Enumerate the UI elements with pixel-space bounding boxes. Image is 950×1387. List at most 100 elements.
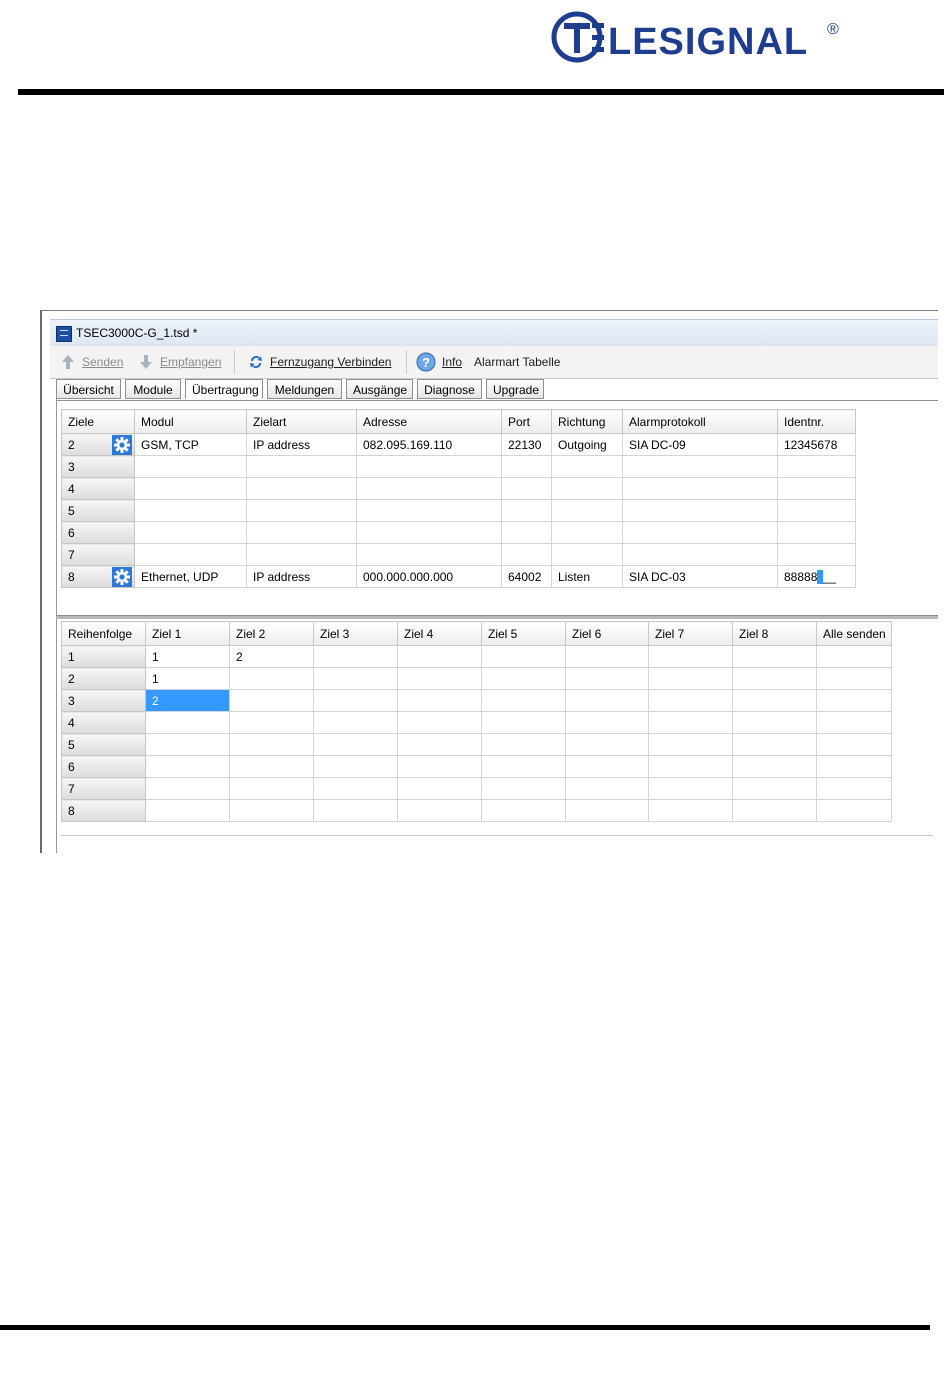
cell-ziel-9[interactable]: [816, 689, 892, 712]
table-row[interactable]: 112: [61, 645, 892, 668]
cell-ziel-2[interactable]: [229, 799, 314, 822]
tab-ausgaenge[interactable]: Ausgänge: [346, 379, 413, 399]
cell-identnr[interactable]: [777, 543, 856, 566]
cell-modul[interactable]: [134, 499, 247, 522]
cell-identnr[interactable]: 12345678: [777, 433, 856, 456]
cell-richtung[interactable]: [551, 521, 623, 544]
cell-ziel-3[interactable]: [313, 799, 398, 822]
tab-diagnose[interactable]: Diagnose: [417, 379, 482, 399]
cell-ziel-3[interactable]: [313, 777, 398, 800]
row-header[interactable]: 6: [61, 521, 135, 544]
cell-modul[interactable]: [134, 543, 247, 566]
cell-adresse[interactable]: [356, 521, 502, 544]
column-header-alle-senden[interactable]: Alle senden: [816, 621, 892, 646]
cell-ziel-4[interactable]: [397, 645, 482, 668]
fernzugang-button[interactable]: Fernzugang Verbinden: [248, 352, 391, 372]
cell-zielart[interactable]: [246, 521, 357, 544]
column-header-richtung[interactable]: Richtung: [551, 409, 623, 434]
tab-meldungen[interactable]: Meldungen: [267, 379, 342, 399]
column-header-modul[interactable]: Modul: [134, 409, 247, 434]
cell-alarmprotokoll[interactable]: [622, 477, 778, 500]
cell-ziel-3[interactable]: [313, 645, 398, 668]
tab-uebersicht[interactable]: Übersicht: [56, 379, 121, 399]
cell-ziel-6[interactable]: [565, 689, 649, 712]
tab-module[interactable]: Module: [125, 379, 181, 399]
cell-port[interactable]: 64002: [501, 565, 552, 588]
table-row[interactable]: 3: [61, 455, 856, 478]
senden-button[interactable]: Senden: [60, 352, 123, 372]
cell-ziel-3[interactable]: [313, 733, 398, 756]
empfangen-button[interactable]: Empfangen: [138, 352, 221, 372]
cell-identnr[interactable]: [777, 455, 856, 478]
cell-ziel-5[interactable]: [481, 689, 566, 712]
cell-ziel-7[interactable]: [648, 799, 733, 822]
cell-richtung[interactable]: [551, 477, 623, 500]
cell-ziel-1[interactable]: [145, 755, 230, 778]
cell-ziel-8[interactable]: [732, 667, 817, 690]
cell-alarmprotokoll[interactable]: SIA DC-03: [622, 565, 778, 588]
cell-ziel-6[interactable]: [565, 777, 649, 800]
cell-ziel-9[interactable]: [816, 667, 892, 690]
table-row[interactable]: 8 Ethernet, UDP IP address 000.000.000.0…: [61, 565, 856, 588]
cell-ziel-3[interactable]: [313, 711, 398, 734]
column-header-ziel-8[interactable]: Ziel 8: [732, 621, 817, 646]
row-header[interactable]: 8: [61, 799, 146, 822]
grid-splitter[interactable]: [56, 615, 938, 619]
cell-richtung[interactable]: [551, 543, 623, 566]
cell-identnr[interactable]: [777, 499, 856, 522]
column-header-alarmprotokoll[interactable]: Alarmprotokoll: [622, 409, 778, 434]
column-header-ziele[interactable]: Ziele: [61, 409, 135, 434]
cell-ziel-3[interactable]: [313, 667, 398, 690]
cell-ziel-7[interactable]: [648, 667, 733, 690]
cell-ziel-5[interactable]: [481, 799, 566, 822]
cell-port[interactable]: [501, 521, 552, 544]
table-row[interactable]: 7: [61, 777, 892, 800]
cell-ziel-1[interactable]: [145, 799, 230, 822]
cell-identnr[interactable]: [777, 521, 856, 544]
cell-ziel-5[interactable]: [481, 733, 566, 756]
cell-ziel-6[interactable]: [565, 645, 649, 668]
cell-richtung[interactable]: Listen: [551, 565, 623, 588]
cell-ziel-8[interactable]: [732, 689, 817, 712]
cell-adresse[interactable]: [356, 455, 502, 478]
cell-ziel-2[interactable]: [229, 733, 314, 756]
cell-ziel-8[interactable]: [732, 711, 817, 734]
cell-port[interactable]: 22130: [501, 433, 552, 456]
cell-ziel-2[interactable]: [229, 777, 314, 800]
cell-ziel-1[interactable]: 2: [145, 689, 230, 712]
column-header-identnr[interactable]: Identnr.: [777, 409, 856, 434]
cell-ziel-9[interactable]: [816, 711, 892, 734]
cell-ziel-2[interactable]: 2: [229, 645, 314, 668]
info-button[interactable]: ? Info: [416, 352, 462, 372]
table-row[interactable]: 21: [61, 667, 892, 690]
cell-ziel-8[interactable]: [732, 777, 817, 800]
table-row[interactable]: 4: [61, 477, 856, 500]
row-header[interactable]: 7: [61, 543, 135, 566]
cell-alarmprotokoll[interactable]: [622, 499, 778, 522]
cell-richtung[interactable]: [551, 499, 623, 522]
cell-ziel-8[interactable]: [732, 733, 817, 756]
cell-ziel-6[interactable]: [565, 755, 649, 778]
cell-ziel-5[interactable]: [481, 755, 566, 778]
row-header[interactable]: 6: [61, 755, 146, 778]
table-row[interactable]: 6: [61, 755, 892, 778]
column-header-ziel-1[interactable]: Ziel 1: [145, 621, 230, 646]
table-row[interactable]: 6: [61, 521, 856, 544]
cell-ziel-7[interactable]: [648, 645, 733, 668]
table-row[interactable]: 5: [61, 499, 856, 522]
cell-alarmprotokoll[interactable]: [622, 543, 778, 566]
cell-zielart[interactable]: IP address: [246, 433, 357, 456]
cell-ziel-4[interactable]: [397, 799, 482, 822]
row-header[interactable]: 5: [61, 499, 135, 522]
cell-ziel-4[interactable]: [397, 667, 482, 690]
cell-ziel-4[interactable]: [397, 711, 482, 734]
gear-icon[interactable]: [112, 435, 132, 455]
cell-ziel-7[interactable]: [648, 733, 733, 756]
row-header[interactable]: 3: [61, 689, 146, 712]
cell-port[interactable]: [501, 477, 552, 500]
cell-adresse[interactable]: [356, 499, 502, 522]
cell-ziel-9[interactable]: [816, 733, 892, 756]
cell-adresse[interactable]: [356, 477, 502, 500]
cell-modul[interactable]: [134, 477, 247, 500]
tab-upgrade[interactable]: Upgrade: [486, 379, 544, 399]
